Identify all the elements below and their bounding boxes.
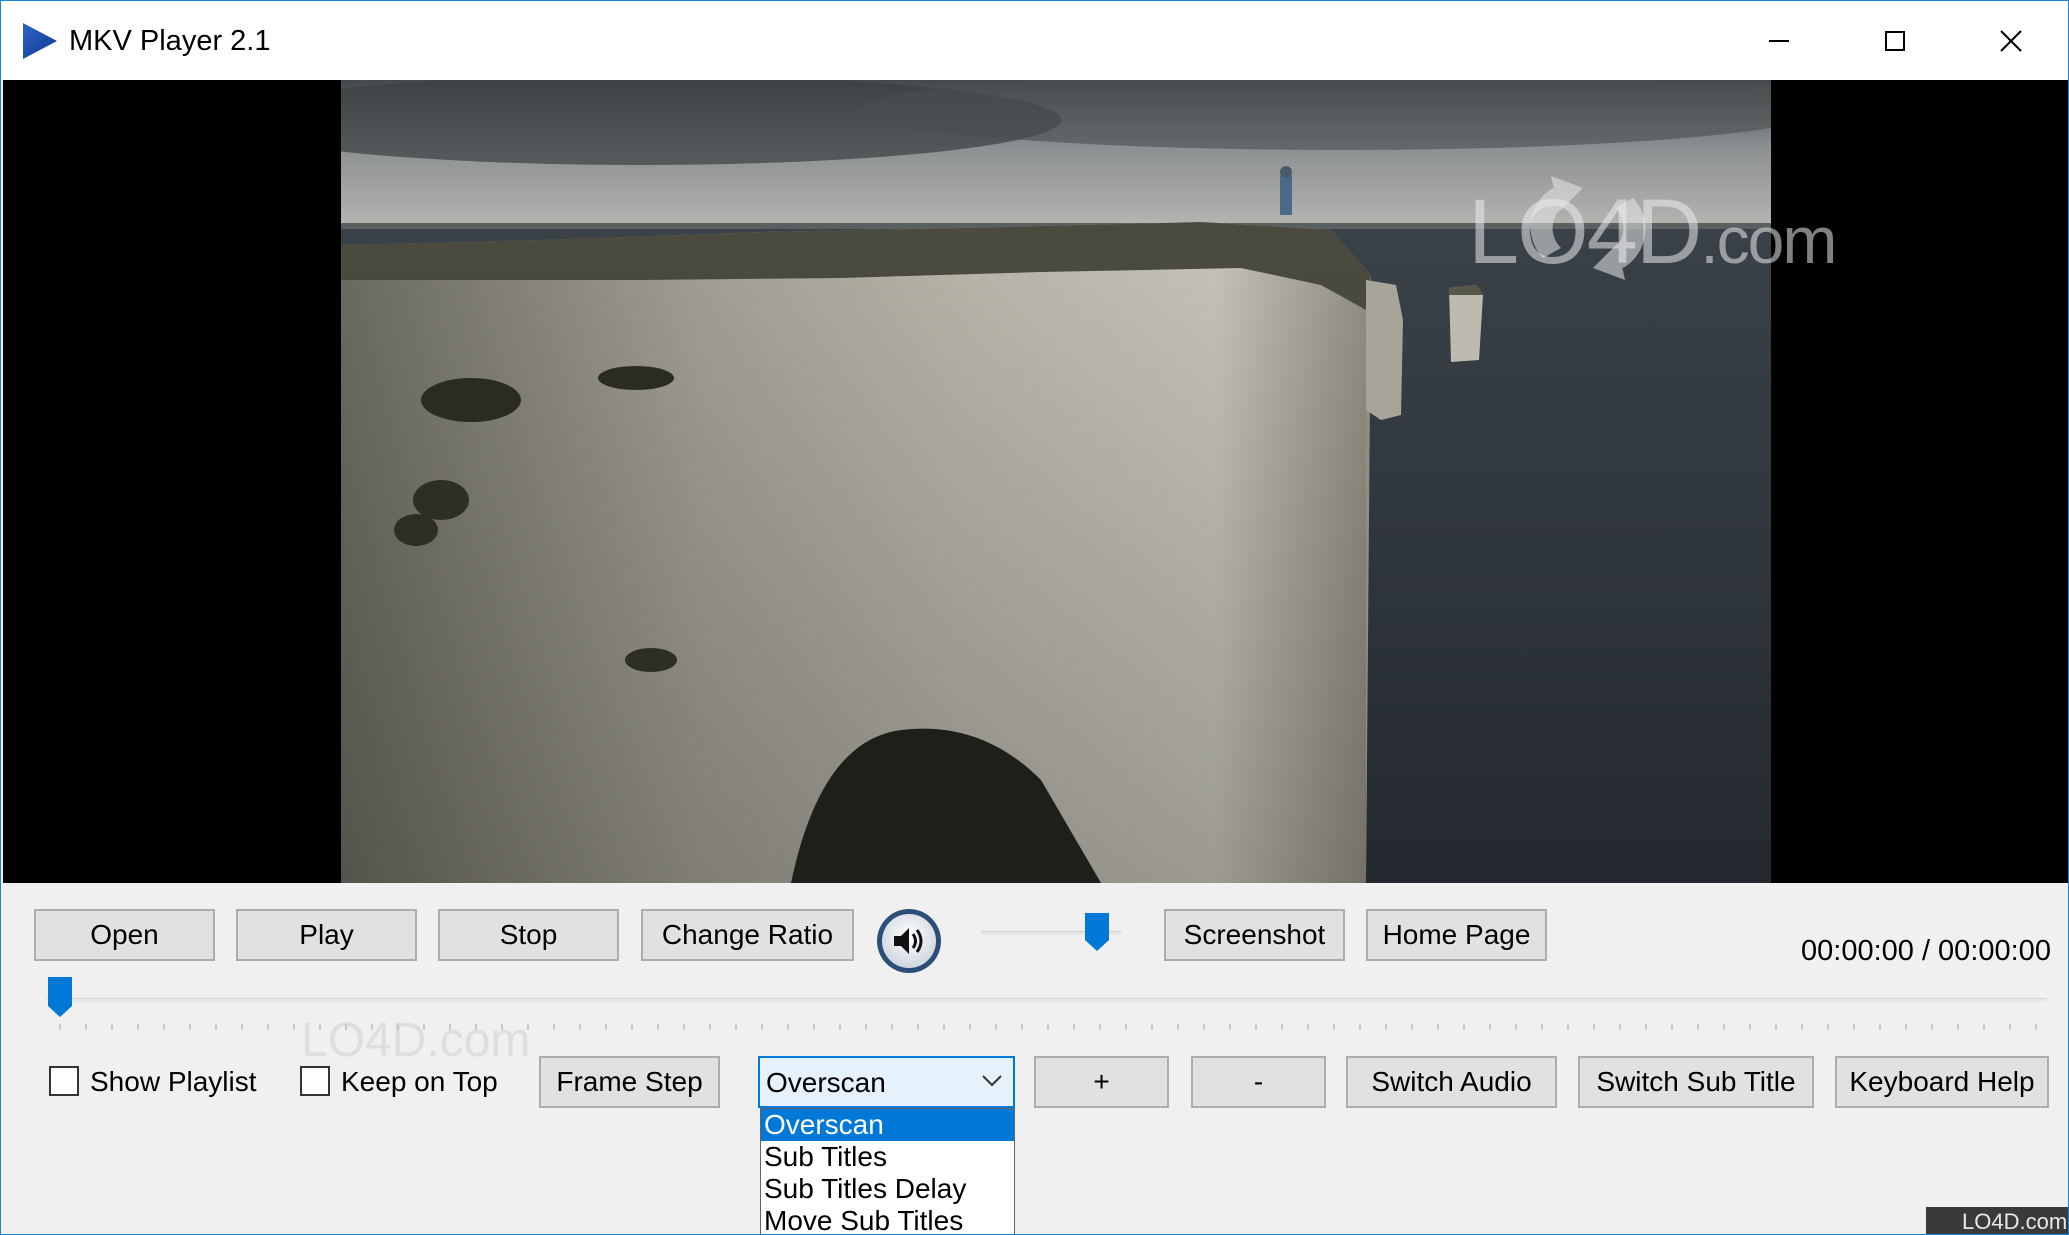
video-watermark: LO4D.com <box>1468 181 1837 283</box>
controls-panel: Open Play Stop Change Ratio Screenshot H… <box>1 883 2068 1234</box>
mode-dropdown-list: Overscan Sub Titles Sub Titles Delay Mov… <box>760 1108 1015 1234</box>
volume-slider-thumb[interactable] <box>1084 912 1110 952</box>
stop-button[interactable]: Stop <box>438 909 619 961</box>
minimize-button[interactable] <box>1721 1 1837 80</box>
show-playlist-label[interactable]: Show Playlist <box>90 1066 257 1098</box>
keep-on-top-label[interactable]: Keep on Top <box>341 1066 498 1098</box>
dropdown-option-overscan[interactable]: Overscan <box>761 1109 1014 1141</box>
switch-audio-button[interactable]: Switch Audio <box>1346 1056 1557 1108</box>
minus-button[interactable]: - <box>1191 1056 1326 1108</box>
minimize-icon <box>1769 39 1789 42</box>
seek-slider-track[interactable] <box>47 998 2047 1002</box>
keep-on-top-checkbox[interactable] <box>300 1066 330 1096</box>
show-playlist-checkbox[interactable] <box>49 1066 79 1096</box>
dropdown-option-sub-titles[interactable]: Sub Titles <box>761 1141 1014 1173</box>
chevron-down-icon <box>982 1075 1002 1087</box>
mode-combobox-value: Overscan <box>766 1067 886 1098</box>
plus-button[interactable]: + <box>1034 1056 1169 1108</box>
title-bar[interactable]: MKV Player 2.1 <box>1 1 2068 80</box>
controls-watermark: LO4D.com <box>301 1014 531 1067</box>
frame-step-button[interactable]: Frame Step <box>539 1056 720 1108</box>
switch-sub-title-button[interactable]: Switch Sub Title <box>1578 1056 1814 1108</box>
home-page-button[interactable]: Home Page <box>1366 909 1547 961</box>
play-button[interactable]: Play <box>236 909 417 961</box>
close-icon <box>2000 29 2022 52</box>
video-area[interactable]: LO4D.com <box>3 80 2068 883</box>
keyboard-help-button[interactable]: Keyboard Help <box>1835 1056 2049 1108</box>
screenshot-button[interactable]: Screenshot <box>1164 909 1345 961</box>
change-ratio-button[interactable]: Change Ratio <box>641 909 854 961</box>
mute-button[interactable] <box>874 906 944 976</box>
maximize-icon <box>1885 30 1905 51</box>
maximize-button[interactable] <box>1837 1 1953 80</box>
time-display: 00:00:00 / 00:00:00 <box>1801 935 2051 967</box>
app-window: MKV Player 2.1 LO4D.com Open Play Stop C… <box>0 0 2069 1235</box>
open-button[interactable]: Open <box>34 909 215 961</box>
window-title: MKV Player 2.1 <box>69 25 271 57</box>
dropdown-option-sub-titles-delay[interactable]: Sub Titles Delay <box>761 1173 1014 1205</box>
corner-watermark-badge: LO4D.com <box>1926 1207 2068 1234</box>
app-play-icon <box>23 23 57 59</box>
seek-slider-thumb[interactable] <box>47 976 73 1018</box>
mode-combobox[interactable]: Overscan <box>758 1056 1015 1108</box>
dropdown-option-move-sub-titles[interactable]: Move Sub Titles <box>761 1205 1014 1234</box>
close-button[interactable] <box>1953 1 2068 80</box>
